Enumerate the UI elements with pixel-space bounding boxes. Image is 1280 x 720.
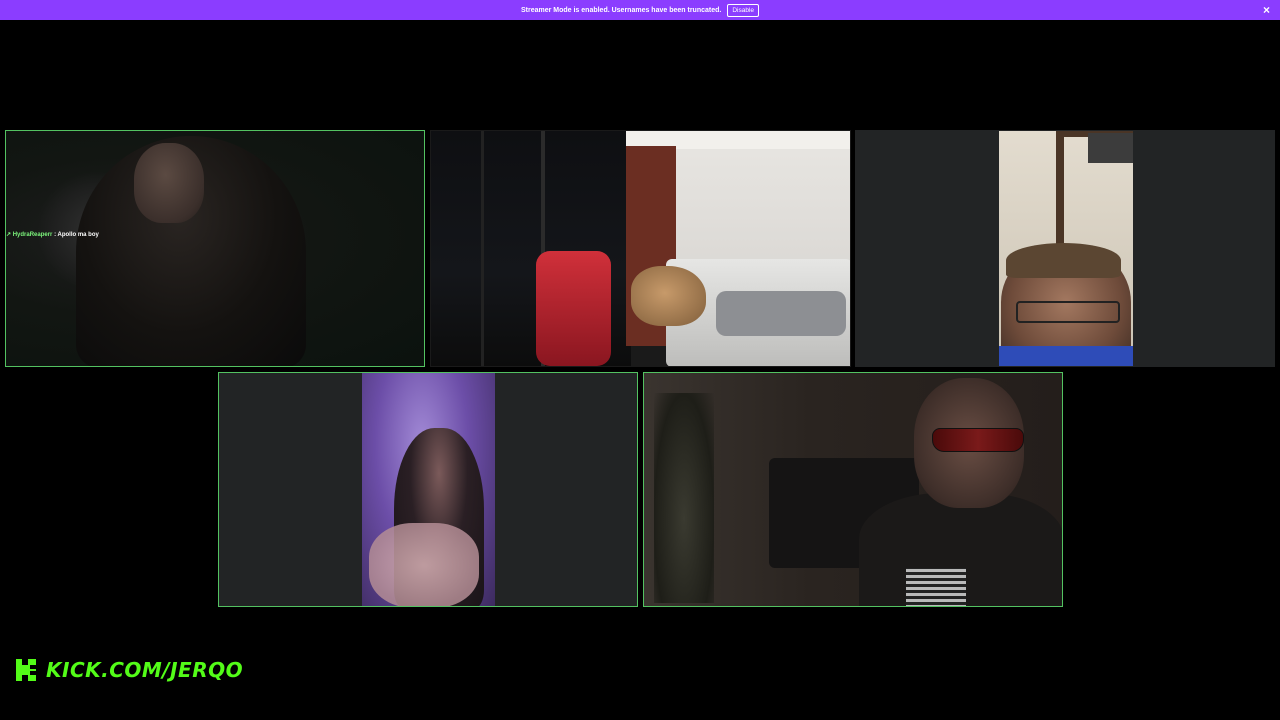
plant <box>654 393 714 603</box>
blanket <box>716 291 846 336</box>
participant-arm <box>369 523 479 606</box>
sunglasses <box>932 428 1024 452</box>
chat-text: Apollo ma boy <box>57 232 99 238</box>
gaming-chair <box>536 251 611 366</box>
channel-url: KICK.COM/JERQO <box>46 658 244 682</box>
chat-username: HydraReaperr <box>12 232 53 238</box>
video-tile-participant-3 <box>855 130 1275 367</box>
ceiling-beam <box>1056 131 1064 251</box>
mod-icon: ↗ <box>6 232 12 238</box>
dog <box>631 266 706 326</box>
video-tile-participant-2 <box>430 130 851 367</box>
glasses <box>1016 301 1120 323</box>
striped-shirt <box>906 568 966 606</box>
window-frame <box>481 131 484 366</box>
disable-streamer-mode-button[interactable]: Disable <box>727 3 760 17</box>
streamer-mode-banner: Streamer Mode is enabled. Usernames have… <box>0 0 1280 20</box>
kick-branding: KICK.COM/JERQO <box>16 658 243 682</box>
participant-face <box>134 143 204 223</box>
close-icon[interactable]: × <box>1263 3 1270 17</box>
wall-picture <box>1088 133 1133 163</box>
video-tile-participant-4 <box>218 372 638 607</box>
kick-logo-icon <box>16 659 36 681</box>
streamer-mode-message: Streamer Mode is enabled. Usernames have… <box>520 6 722 14</box>
chat-overlay-message: ↗ HydraReaperr : Apollo ma boy <box>6 231 99 238</box>
video-tile-participant-1: ↗ HydraReaperr : Apollo ma boy <box>5 130 425 367</box>
chat-separator: : <box>54 232 57 238</box>
shirt <box>999 346 1133 366</box>
participant-hair <box>1006 243 1121 278</box>
video-tile-participant-5 <box>643 372 1063 607</box>
